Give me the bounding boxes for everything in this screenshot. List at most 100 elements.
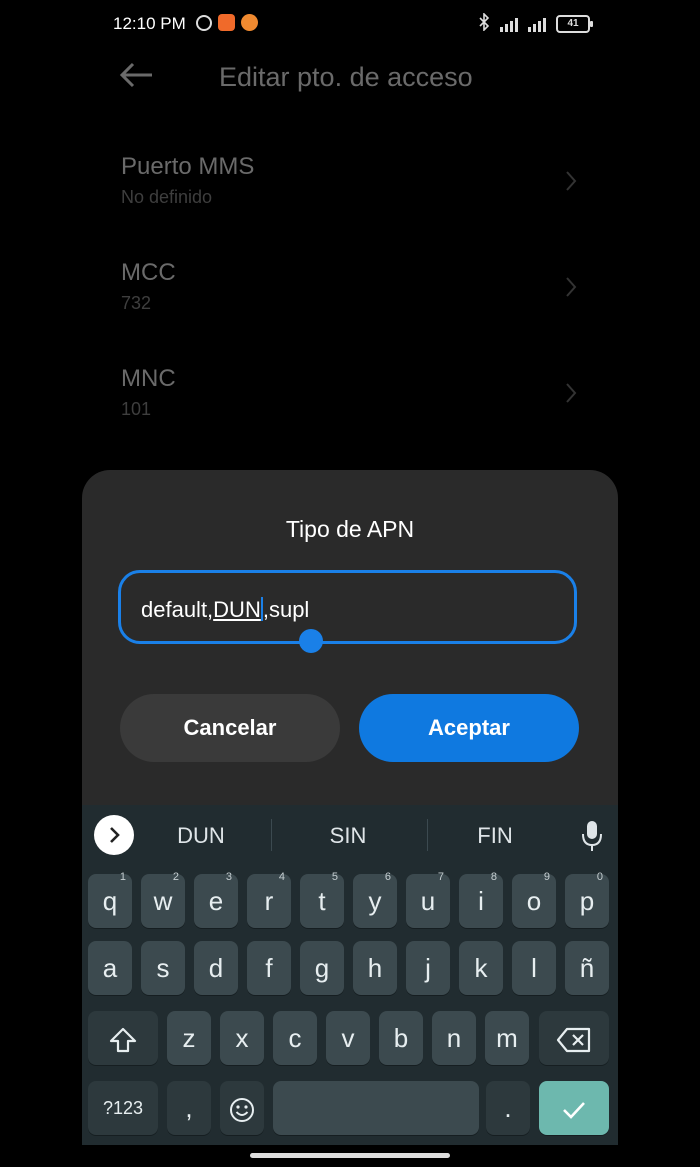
key-d[interactable]: d: [194, 941, 238, 995]
settings-item-title: MNC: [121, 365, 176, 392]
settings-item-title: MCC: [121, 259, 176, 286]
divider: [427, 819, 428, 851]
apn-type-value: default,DUN,supl: [141, 597, 309, 623]
key-u[interactable]: u7: [406, 871, 450, 928]
suggestion-item[interactable]: DUN: [161, 823, 241, 849]
period-key[interactable]: .: [486, 1081, 530, 1135]
shift-icon: [108, 1023, 138, 1053]
bluetooth-icon: [478, 12, 490, 34]
comma-key[interactable]: ,: [167, 1081, 211, 1135]
key-hint: 8: [490, 871, 497, 883]
signal-icon: [528, 16, 546, 32]
key-s[interactable]: s: [141, 941, 185, 995]
emoji-key[interactable]: [220, 1081, 264, 1135]
key-hint: 7: [437, 871, 444, 883]
app-header: Editar pto. de acceso: [0, 48, 700, 108]
battery-icon: 41: [556, 14, 593, 33]
suggestion-item[interactable]: FIN: [455, 823, 535, 849]
symbols-key[interactable]: ?123: [88, 1081, 158, 1135]
key-e[interactable]: e3: [194, 871, 238, 928]
settings-item-mnc[interactable]: MNC 101: [0, 365, 700, 465]
key-k[interactable]: k: [459, 941, 503, 995]
key-p[interactable]: p0: [565, 871, 609, 928]
key-hint: 6: [384, 871, 391, 883]
key-label: r: [264, 886, 274, 916]
settings-item-title: Puerto MMS: [121, 153, 255, 180]
key-hint: 5: [331, 871, 338, 883]
key-q[interactable]: q1: [88, 871, 132, 928]
status-time: 12:10 PM: [113, 14, 186, 33]
backspace-key[interactable]: [539, 1011, 609, 1065]
status-bar: 12:10 PM 41: [0, 0, 700, 48]
key-label: i: [478, 886, 484, 916]
cancel-button[interactable]: Cancelar: [120, 694, 340, 762]
key-b[interactable]: b: [379, 1011, 423, 1065]
key-j[interactable]: j: [406, 941, 450, 995]
chevron-right-icon[interactable]: [94, 815, 134, 855]
key-o[interactable]: o9: [512, 871, 556, 928]
key-label: w: [153, 886, 173, 916]
space-key[interactable]: [273, 1081, 479, 1135]
accept-button[interactable]: Aceptar: [359, 694, 579, 762]
cursor-handle[interactable]: [299, 629, 323, 653]
enter-key[interactable]: [539, 1081, 609, 1135]
apn-type-dialog: Tipo de APN default,DUN,supl Cancelar Ac…: [82, 470, 618, 830]
apn-type-input[interactable]: default,DUN,supl: [118, 570, 577, 653]
shift-key[interactable]: [88, 1011, 158, 1065]
settings-item-value: No definido: [121, 187, 213, 207]
keyboard: DUN SIN FIN q1 w2 e3 r4 t5 y6 u7 i8 o9 p…: [82, 805, 618, 1145]
key-hint: 3: [225, 871, 232, 883]
key-h[interactable]: h: [353, 941, 397, 995]
key-z[interactable]: z: [167, 1011, 211, 1065]
backspace-icon: [556, 1023, 592, 1053]
home-indicator[interactable]: [250, 1153, 450, 1158]
key-n[interactable]: n: [432, 1011, 476, 1065]
notification-icons: [196, 14, 258, 31]
app-notification-icon: [241, 14, 258, 31]
emoji-icon: [228, 1093, 256, 1123]
chevron-right-icon: [564, 275, 578, 304]
page-title: Editar pto. de acceso: [219, 62, 473, 92]
divider: [271, 819, 272, 851]
key-m[interactable]: m: [485, 1011, 529, 1065]
key-i[interactable]: i8: [459, 871, 503, 928]
input-text-before: default,: [141, 597, 214, 622]
key-label: t: [318, 886, 326, 916]
key-label: o: [526, 886, 542, 916]
key-t[interactable]: t5: [300, 871, 344, 928]
key-hint: 2: [172, 871, 179, 883]
key-g[interactable]: g: [300, 941, 344, 995]
key-label: p: [579, 886, 595, 916]
key-hint: 0: [596, 871, 603, 883]
input-text-composing: DUN: [213, 597, 261, 622]
key-x[interactable]: x: [220, 1011, 264, 1065]
key-r[interactable]: r4: [247, 871, 291, 928]
key-v[interactable]: v: [326, 1011, 370, 1065]
key-label: e: [208, 886, 224, 916]
key-label: y: [368, 886, 382, 916]
alarm-icon: [196, 14, 212, 31]
key-y[interactable]: y6: [353, 871, 397, 928]
signal-icon: [500, 16, 518, 32]
settings-item-mcc[interactable]: MCC 732: [0, 259, 700, 359]
chevron-right-icon: [564, 381, 578, 410]
key-hint: 1: [119, 871, 126, 883]
mic-icon[interactable]: [580, 819, 604, 853]
chevron-right-icon: [564, 169, 578, 198]
key-w[interactable]: w2: [141, 871, 185, 928]
dialog-title: Tipo de APN: [285, 516, 415, 542]
app-notification-icon: [218, 14, 235, 31]
suggestion-bar: DUN SIN FIN: [82, 805, 618, 865]
key-l[interactable]: l: [512, 941, 556, 995]
settings-item-mms-port[interactable]: Puerto MMS No definido: [0, 153, 700, 253]
suggestion-item[interactable]: SIN: [308, 823, 388, 849]
back-arrow-icon[interactable]: [118, 60, 158, 96]
key-n-tilde[interactable]: ñ: [565, 941, 609, 995]
check-icon: [560, 1093, 588, 1123]
input-text-after: ,supl: [262, 597, 310, 622]
key-hint: 9: [543, 871, 550, 883]
key-c[interactable]: c: [273, 1011, 317, 1065]
settings-item-value: 732: [121, 293, 152, 313]
key-a[interactable]: a: [88, 941, 132, 995]
key-f[interactable]: f: [247, 941, 291, 995]
